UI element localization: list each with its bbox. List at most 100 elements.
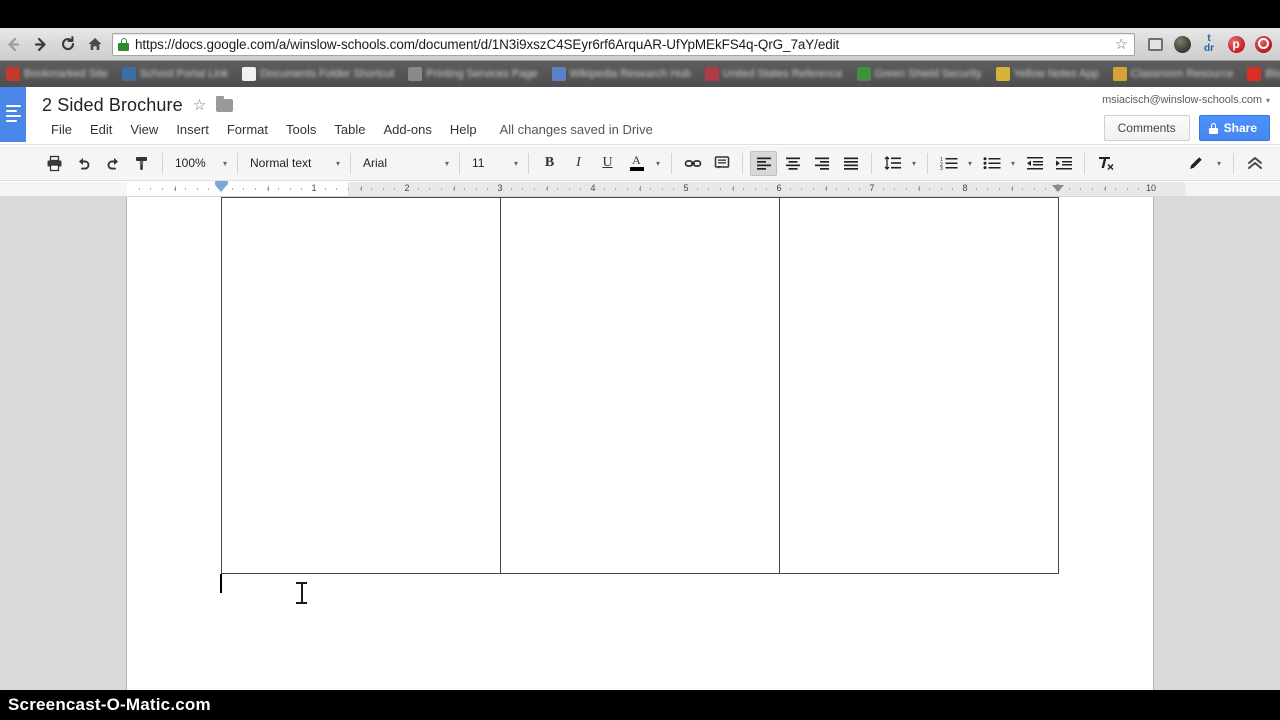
clear-formatting-button[interactable] bbox=[1092, 151, 1119, 176]
menu-format[interactable]: Format bbox=[218, 120, 277, 139]
bookmark-favicon bbox=[857, 67, 871, 81]
chevron-down-icon: ▾ bbox=[445, 159, 449, 168]
align-right-button[interactable] bbox=[808, 151, 835, 176]
italic-button[interactable]: I bbox=[565, 151, 592, 176]
font-family-dropdown[interactable]: Arial ▾ bbox=[357, 151, 453, 176]
text-color-swatch bbox=[630, 167, 644, 171]
font-family-value: Arial bbox=[363, 156, 387, 170]
camera-extension-icon[interactable] bbox=[1170, 32, 1194, 56]
left-indent-marker[interactable] bbox=[215, 181, 228, 194]
share-button[interactable]: Share bbox=[1199, 115, 1270, 141]
bookmark-item[interactable]: Classroom Resource bbox=[1113, 67, 1234, 81]
back-button[interactable] bbox=[0, 29, 27, 59]
bold-button[interactable]: B bbox=[536, 151, 563, 176]
ruler-tick bbox=[301, 188, 302, 190]
star-icon[interactable]: ☆ bbox=[193, 98, 206, 113]
document-title[interactable]: 2 Sided Brochure bbox=[42, 95, 183, 116]
right-indent-marker[interactable] bbox=[1052, 185, 1064, 192]
text-color-dropdown[interactable]: ▾ bbox=[652, 151, 664, 176]
menu-view[interactable]: View bbox=[121, 120, 167, 139]
bookmark-item[interactable]: Green Shield Security bbox=[857, 67, 982, 81]
menu-edit[interactable]: Edit bbox=[81, 120, 121, 139]
paint-format-button[interactable] bbox=[128, 151, 155, 176]
bookmark-item[interactable]: Printing Services Page bbox=[408, 67, 537, 81]
ruler-tick bbox=[848, 188, 849, 190]
bookmark-item[interactable]: Documents Folder Shortcut bbox=[242, 67, 394, 81]
redo-button[interactable] bbox=[99, 151, 126, 176]
table-cell[interactable] bbox=[222, 198, 500, 573]
collapse-toolbar-button[interactable] bbox=[1241, 151, 1268, 176]
bookmark-item[interactable]: Bookmarked Site bbox=[6, 67, 108, 81]
ruler-tick bbox=[394, 188, 395, 190]
increase-indent-button[interactable] bbox=[1050, 151, 1077, 176]
bookmark-item[interactable]: Yellow Notes App bbox=[996, 67, 1099, 81]
bookmark-item[interactable]: Blogger Dashboard bbox=[1247, 67, 1280, 81]
menu-addons[interactable]: Add-ons bbox=[374, 120, 440, 139]
numbered-list-dropdown[interactable]: ▾ bbox=[964, 151, 976, 176]
reload-button[interactable] bbox=[54, 29, 81, 59]
menu-tools[interactable]: Tools bbox=[277, 120, 325, 139]
menu-file[interactable]: File bbox=[42, 120, 81, 139]
menu-table[interactable]: Table bbox=[325, 120, 374, 139]
google-docs-logo[interactable] bbox=[0, 87, 26, 142]
ruler-tick bbox=[604, 188, 605, 190]
ruler-inch-label: 2 bbox=[404, 183, 409, 193]
ruler-tick bbox=[650, 188, 651, 190]
table-cell[interactable] bbox=[501, 198, 779, 573]
note-extension-icon[interactable] bbox=[1143, 32, 1167, 56]
clear-formatting-icon bbox=[1097, 155, 1115, 171]
print-button[interactable] bbox=[41, 151, 68, 176]
edit-mode-button[interactable] bbox=[1183, 151, 1210, 176]
ruler-tick bbox=[1115, 188, 1116, 190]
insert-comment-button[interactable] bbox=[708, 151, 735, 176]
underline-button[interactable]: U bbox=[594, 151, 621, 176]
menu-insert[interactable]: Insert bbox=[167, 120, 218, 139]
brochure-table[interactable] bbox=[221, 197, 1059, 574]
align-center-button[interactable] bbox=[779, 151, 806, 176]
bulleted-list-button[interactable] bbox=[978, 151, 1005, 176]
bulleted-list-dropdown[interactable]: ▾ bbox=[1007, 151, 1019, 176]
line-spacing-dropdown[interactable]: ▾ bbox=[908, 151, 920, 176]
undo-button[interactable] bbox=[70, 151, 97, 176]
align-left-button[interactable] bbox=[750, 151, 777, 176]
table-cell[interactable] bbox=[780, 198, 1059, 573]
line-spacing-button[interactable] bbox=[879, 151, 906, 176]
bookmark-item[interactable]: Wikipedia Research Hub bbox=[552, 67, 691, 81]
tdr-extension-icon[interactable]: tdr bbox=[1197, 32, 1221, 56]
ruler-tick bbox=[952, 188, 953, 190]
formatting-toolbar: 100% ▾ Normal text ▾ Arial ▾ 11 ▾ B I U bbox=[0, 146, 1280, 181]
comments-button[interactable]: Comments bbox=[1104, 115, 1190, 141]
edit-mode-dropdown[interactable]: ▾ bbox=[1212, 151, 1226, 176]
ruler-tick bbox=[569, 188, 570, 190]
account-row[interactable]: msiacisch@winslow-schools.com ▾ bbox=[1102, 94, 1270, 106]
ruler-tick bbox=[743, 188, 744, 190]
font-size-dropdown[interactable]: 11 ▾ bbox=[466, 151, 522, 176]
folder-icon[interactable] bbox=[216, 99, 233, 112]
recording-extension-icon[interactable] bbox=[1251, 32, 1275, 56]
ruler-tick bbox=[1127, 188, 1128, 190]
numbered-list-button[interactable]: 1 2 3 bbox=[935, 151, 962, 176]
ruler-tick bbox=[383, 188, 384, 190]
menu-help[interactable]: Help bbox=[441, 120, 486, 139]
document-ruler[interactable]: 12345678910 bbox=[0, 182, 1280, 197]
lock-icon bbox=[118, 38, 129, 51]
address-bar[interactable]: https://docs.google.com/a/winslow-school… bbox=[112, 33, 1135, 56]
forward-button[interactable] bbox=[27, 29, 54, 59]
insert-link-button[interactable] bbox=[679, 151, 706, 176]
header-buttons: Comments Share bbox=[1104, 115, 1270, 141]
bookmark-item[interactable]: School Portal Link bbox=[122, 67, 229, 81]
home-button[interactable] bbox=[81, 29, 108, 59]
bookmark-favicon bbox=[408, 67, 422, 81]
paragraph-style-dropdown[interactable]: Normal text ▾ bbox=[244, 151, 344, 176]
zoom-dropdown[interactable]: 100% ▾ bbox=[169, 151, 231, 176]
text-color-button[interactable]: A bbox=[623, 151, 650, 176]
bookmark-item[interactable]: United States Reference bbox=[705, 67, 843, 81]
decrease-indent-button[interactable] bbox=[1021, 151, 1048, 176]
document-page[interactable] bbox=[127, 197, 1153, 690]
increase-indent-icon bbox=[1055, 156, 1073, 170]
ruler-tick bbox=[162, 188, 163, 190]
ruler-tick bbox=[883, 188, 884, 190]
bookmark-star-icon[interactable]: ☆ bbox=[1115, 37, 1128, 52]
align-justify-button[interactable] bbox=[837, 151, 864, 176]
pinterest-extension-icon[interactable] bbox=[1224, 32, 1248, 56]
